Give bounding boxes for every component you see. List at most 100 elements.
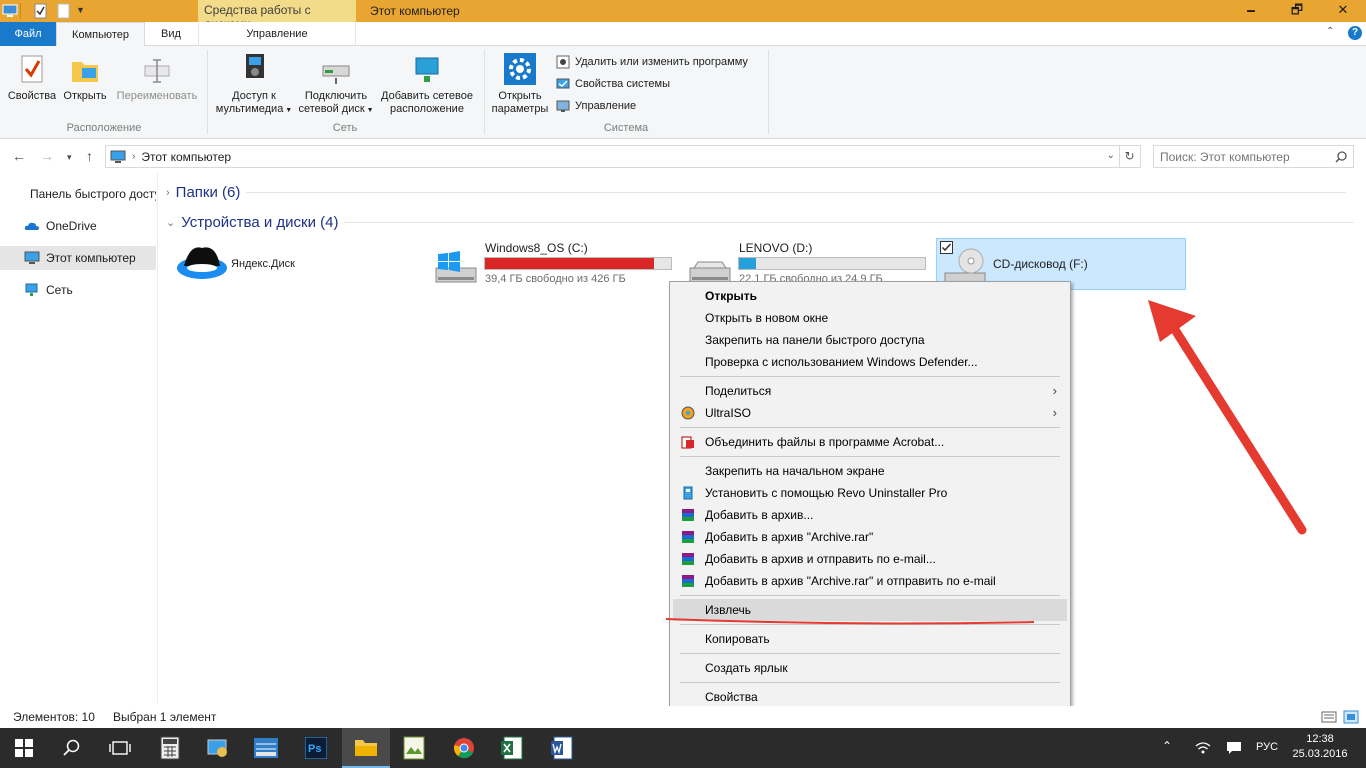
- menu-item-open[interactable]: Открыть: [673, 285, 1067, 307]
- menu-item-label: Закрепить на начальном экране: [705, 464, 885, 478]
- rename-button[interactable]: Переименовать: [112, 54, 202, 103]
- menu-item-scan-defender[interactable]: Проверка с использованием Windows Defend…: [673, 351, 1067, 373]
- menu-item-add-archive-rar-email[interactable]: Добавить в архив "Archive.rar" и отправи…: [673, 570, 1067, 592]
- calculator-app[interactable]: [146, 728, 194, 768]
- ribbon-tabs: Файл Компьютер Вид Управление ⌃ ?: [0, 22, 1366, 47]
- search-icon[interactable]: [1335, 150, 1347, 163]
- manage-button[interactable]: Управление: [556, 97, 636, 115]
- search-taskbar-button[interactable]: [48, 728, 96, 768]
- rename-icon: [144, 59, 170, 83]
- uninstall-program-button[interactable]: Удалить или изменить программу: [556, 53, 748, 71]
- menu-separator: [680, 427, 1060, 428]
- drive-name: Windows8_OS (C:): [485, 241, 588, 255]
- breadcrumb[interactable]: Этот компьютер: [141, 150, 231, 164]
- excel-app[interactable]: [488, 728, 536, 768]
- menu-item-add-archive-email[interactable]: Добавить в архив и отправить по e-mail..…: [673, 548, 1067, 570]
- menu-item-copy[interactable]: Копировать: [673, 628, 1067, 650]
- devices-section-header[interactable]: ⌄ Устройства и диски (4): [166, 214, 1355, 231]
- start-button[interactable]: [0, 728, 48, 768]
- red-arrow-shaft: [1167, 320, 1307, 535]
- word-app[interactable]: [538, 728, 586, 768]
- tab-computer[interactable]: Компьютер: [56, 22, 145, 47]
- help-icon[interactable]: ?: [1348, 26, 1362, 40]
- uninstall-icon: [556, 55, 570, 69]
- clock[interactable]: 12:38 25.03.2016: [1292, 732, 1348, 762]
- task-view-button[interactable]: [96, 728, 144, 768]
- wifi-icon[interactable]: [1194, 740, 1212, 756]
- recent-locations-chevron-icon[interactable]: ▾: [67, 152, 72, 163]
- menu-item-label: Создать ярлык: [705, 661, 788, 675]
- tray-chevron-up-icon[interactable]: ⌃: [1162, 739, 1172, 753]
- up-arrow-icon[interactable]: ↑: [86, 148, 93, 164]
- sidebar-item-network[interactable]: Сеть: [0, 278, 156, 302]
- open-button[interactable]: Открыть: [60, 54, 110, 103]
- chrome-app[interactable]: [440, 728, 488, 768]
- tab-view[interactable]: Вид: [145, 22, 197, 46]
- details-view-icon[interactable]: [1321, 710, 1337, 724]
- tab-file[interactable]: Файл: [0, 22, 56, 46]
- minimize-button[interactable]: 🗕: [1228, 0, 1274, 22]
- search-input[interactable]: [1160, 149, 1330, 164]
- action-center-icon[interactable]: [1226, 740, 1242, 756]
- address-dropdown-chevron-icon[interactable]: ⌄: [1107, 150, 1115, 161]
- title-bar: ▼ Средства работы с дисками Этот компьют…: [0, 0, 1366, 31]
- open-settings-button[interactable]: Открыть параметры: [488, 52, 552, 116]
- file-explorer-app[interactable]: [342, 728, 390, 768]
- menu-item-add-archive[interactable]: Добавить в архив...: [673, 504, 1067, 526]
- control-panel-app[interactable]: [194, 728, 242, 768]
- folders-section-header[interactable]: › Папки (6): [166, 184, 1347, 201]
- menu-item-revo-install[interactable]: Установить с помощью Revo Uninstaller Pr…: [673, 482, 1067, 504]
- breadcrumb-separator-icon[interactable]: ›: [132, 151, 135, 162]
- menu-item-open-new-window[interactable]: Открыть в новом окне: [673, 307, 1067, 329]
- properties-qa-icon[interactable]: [34, 3, 48, 19]
- menu-item-acrobat-combine[interactable]: Объединить файлы в программе Acrobat...: [673, 431, 1067, 453]
- new-folder-qa-icon[interactable]: [57, 3, 71, 19]
- menu-item-label: Закрепить на панели быстрого доступа: [705, 333, 925, 347]
- menu-item-add-archive-rar[interactable]: Добавить в архив "Archive.rar": [673, 526, 1067, 548]
- menu-item-eject[interactable]: Извлечь: [673, 599, 1067, 621]
- drive-item-c[interactable]: Windows8_OS (C:) 39,4 ГБ свободно из 426…: [432, 240, 680, 292]
- add-network-location-button[interactable]: Добавить сетевое расположение: [376, 52, 478, 116]
- menu-item-properties[interactable]: Свойства: [673, 686, 1067, 708]
- chevron-down-icon: ⌄: [166, 217, 176, 229]
- back-arrow-icon[interactable]: ←: [12, 148, 26, 164]
- menu-item-pin-start[interactable]: Закрепить на начальном экране: [673, 460, 1067, 482]
- menu-item-pin-quick-access[interactable]: Закрепить на панели быстрого доступа: [673, 329, 1067, 351]
- menu-item-ultraiso[interactable]: UltraISO ›: [673, 402, 1067, 424]
- sidebar-item-onedrive[interactable]: OneDrive: [0, 214, 156, 238]
- close-button[interactable]: ✕: [1320, 0, 1366, 22]
- file-explorer-folder-icon: [355, 740, 377, 756]
- search-box[interactable]: [1153, 145, 1354, 168]
- menu-item-create-shortcut[interactable]: Создать ярлык: [673, 657, 1067, 679]
- language-indicator[interactable]: РУС: [1256, 741, 1278, 753]
- network-location-icon: [415, 57, 439, 82]
- properties-button[interactable]: Свойства: [6, 54, 58, 103]
- drive-name: CD-дисковод (F:): [993, 257, 1088, 271]
- maximize-button[interactable]: 🗗: [1274, 0, 1320, 22]
- sidebar-item-this-pc[interactable]: Этот компьютер: [0, 246, 156, 270]
- tab-manage[interactable]: Управление: [198, 22, 356, 46]
- qa-customize-icon[interactable]: ▼: [76, 5, 85, 21]
- system-properties-button[interactable]: Свойства системы: [556, 75, 670, 93]
- winrar-icon: [682, 553, 694, 565]
- drive-item-yandex-disk[interactable]: Яндекс.Диск: [176, 240, 416, 292]
- forward-arrow-icon[interactable]: →: [40, 148, 54, 164]
- menu-item-share[interactable]: Поделиться ›: [673, 380, 1067, 402]
- photoshop-app[interactable]: Ps: [292, 728, 340, 768]
- manage-label: Управление: [575, 100, 637, 112]
- image-viewer-app[interactable]: [390, 728, 438, 768]
- keyboard-app[interactable]: [242, 728, 290, 768]
- collapse-ribbon-icon[interactable]: ⌃: [1326, 26, 1334, 37]
- large-icons-view-icon[interactable]: [1343, 710, 1359, 724]
- sidebar-item-label: Сеть: [46, 283, 73, 297]
- sidebar-item-quick-access[interactable]: Панель быстрого доступа: [0, 182, 156, 206]
- winrar-icon: [682, 575, 694, 587]
- access-media-button[interactable]: Доступ к мультимедиа ▼: [212, 52, 296, 117]
- map-drive-button[interactable]: Подключить сетевой диск ▼: [296, 52, 376, 117]
- excel-icon: [501, 736, 523, 760]
- computer-icon[interactable]: [2, 3, 18, 19]
- address-bar[interactable]: › Этот компьютер ⌄: [105, 145, 1120, 168]
- context-menu: Открыть Открыть в новом окне Закрепить н…: [669, 281, 1071, 713]
- refresh-icon[interactable]: ↻: [1119, 145, 1141, 168]
- this-pc-icon: [110, 150, 126, 163]
